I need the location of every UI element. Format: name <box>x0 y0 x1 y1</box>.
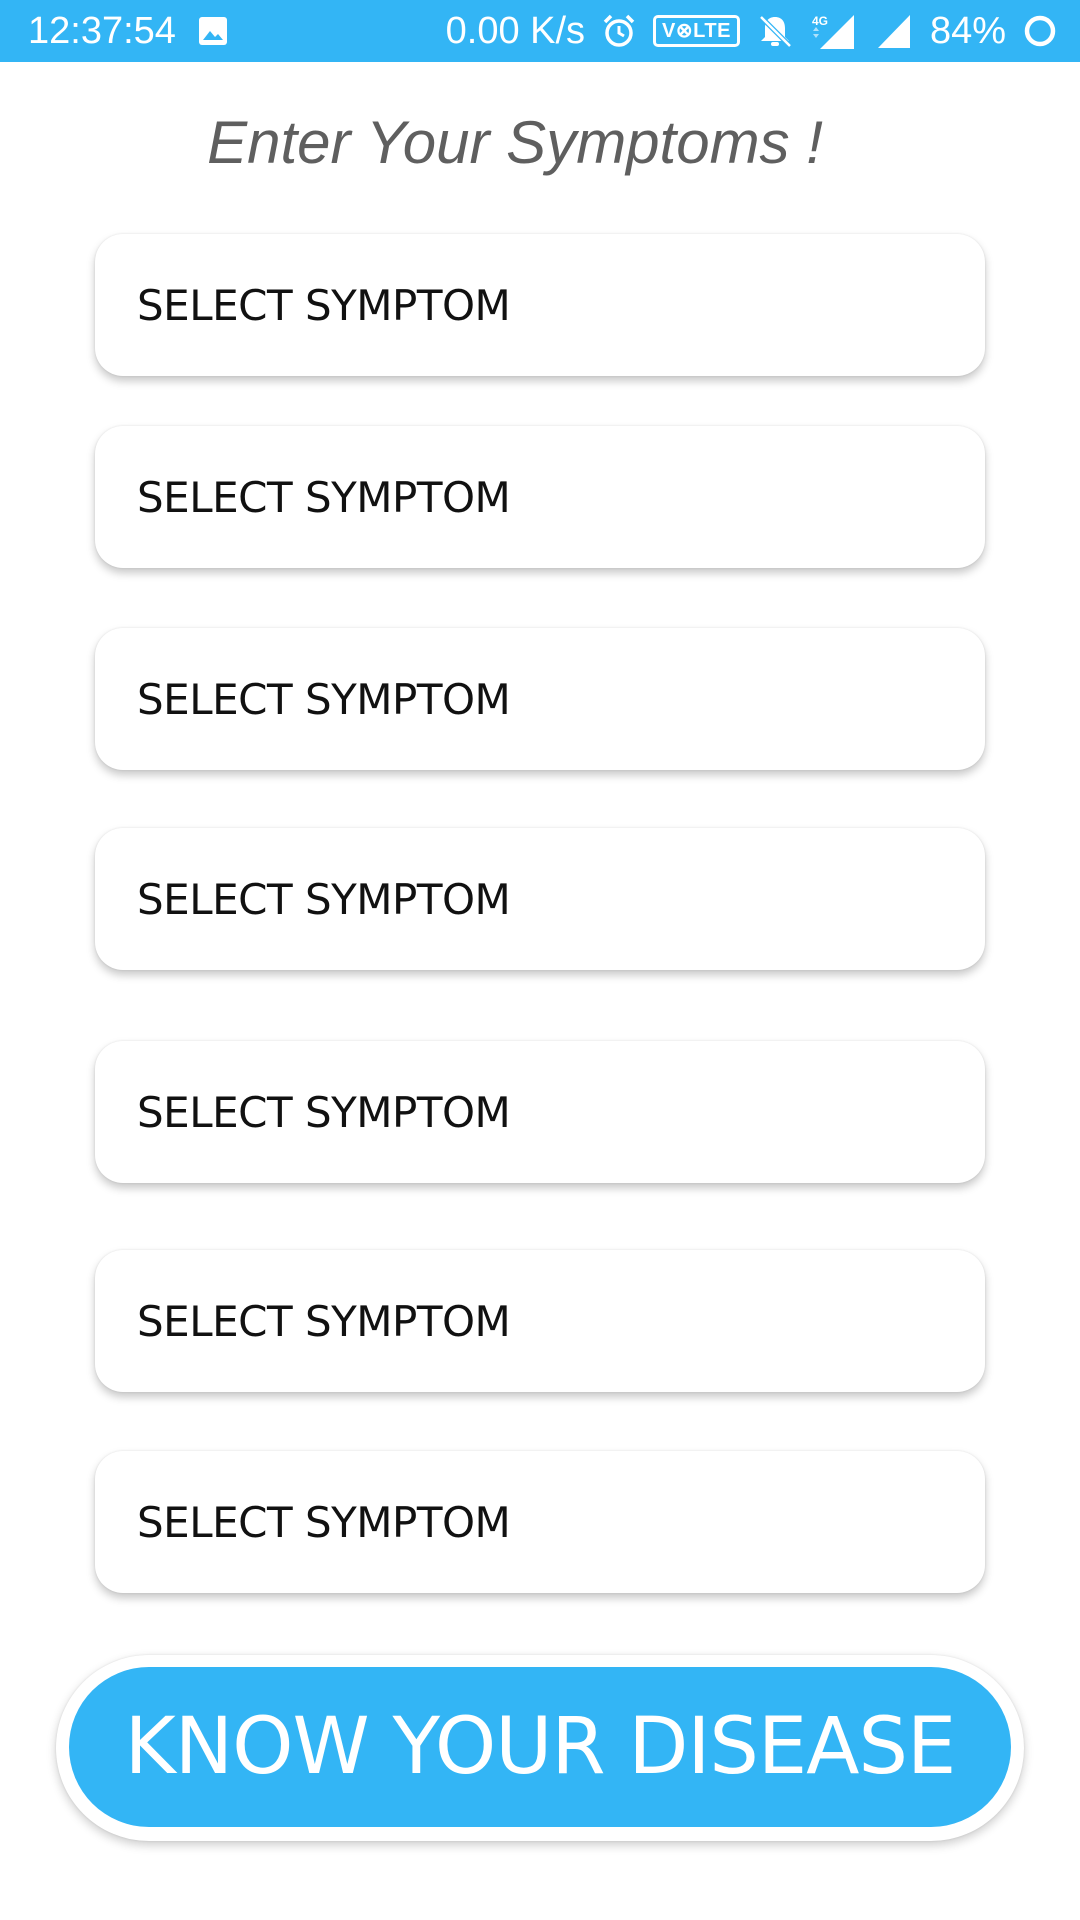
page-title: Enter Your Symptoms ! <box>207 109 823 176</box>
symptom-spinner-label: SELECT SYMPTOM <box>137 472 511 522</box>
symptom-spinner-2[interactable]: SELECT SYMPTOM <box>95 426 985 568</box>
symptom-spinner-1[interactable]: SELECT SYMPTOM <box>95 234 985 376</box>
symptom-spinner-label: SELECT SYMPTOM <box>137 874 511 924</box>
signal-icon <box>876 12 914 50</box>
status-bar: 12:37:54 0.00 K/s V⊗LTE 4G 84% <box>0 0 1080 62</box>
battery-ring-icon <box>1022 13 1058 49</box>
symptom-spinner-7[interactable]: SELECT SYMPTOM <box>95 1451 985 1593</box>
status-time: 12:37:54 <box>28 10 176 52</box>
network-speed: 0.00 K/s <box>445 10 586 52</box>
know-your-disease-button[interactable]: KNOW YOUR DISEASE <box>69 1667 1011 1827</box>
signal-4g-icon: 4G <box>810 11 860 51</box>
symptom-spinner-label: SELECT SYMPTOM <box>137 1087 511 1137</box>
image-icon <box>198 16 228 46</box>
symptom-spinner-6[interactable]: SELECT SYMPTOM <box>95 1250 985 1392</box>
symptom-spinner-3[interactable]: SELECT SYMPTOM <box>95 628 985 770</box>
symptom-spinner-label: SELECT SYMPTOM <box>137 1296 511 1346</box>
symptom-spinner-label: SELECT SYMPTOM <box>137 280 511 330</box>
symptom-spinner-label: SELECT SYMPTOM <box>137 674 511 724</box>
volte-label: V⊗LTE <box>653 15 740 47</box>
volte-icon: V⊗LTE <box>653 15 740 47</box>
network-type-label: 4G <box>812 14 828 28</box>
status-bar-right: 0.00 K/s V⊗LTE 4G 84% <box>446 0 1058 62</box>
bell-off-icon <box>756 12 794 50</box>
battery-percent: 84% <box>929 10 1006 52</box>
status-bar-left: 12:37:54 <box>28 0 228 62</box>
predict-button-container: KNOW YOUR DISEASE <box>56 1655 1024 1841</box>
symptom-spinner-5[interactable]: SELECT SYMPTOM <box>95 1041 985 1183</box>
alarm-icon <box>601 13 637 49</box>
symptom-spinner-4[interactable]: SELECT SYMPTOM <box>95 828 985 970</box>
symptom-spinner-label: SELECT SYMPTOM <box>137 1497 511 1547</box>
